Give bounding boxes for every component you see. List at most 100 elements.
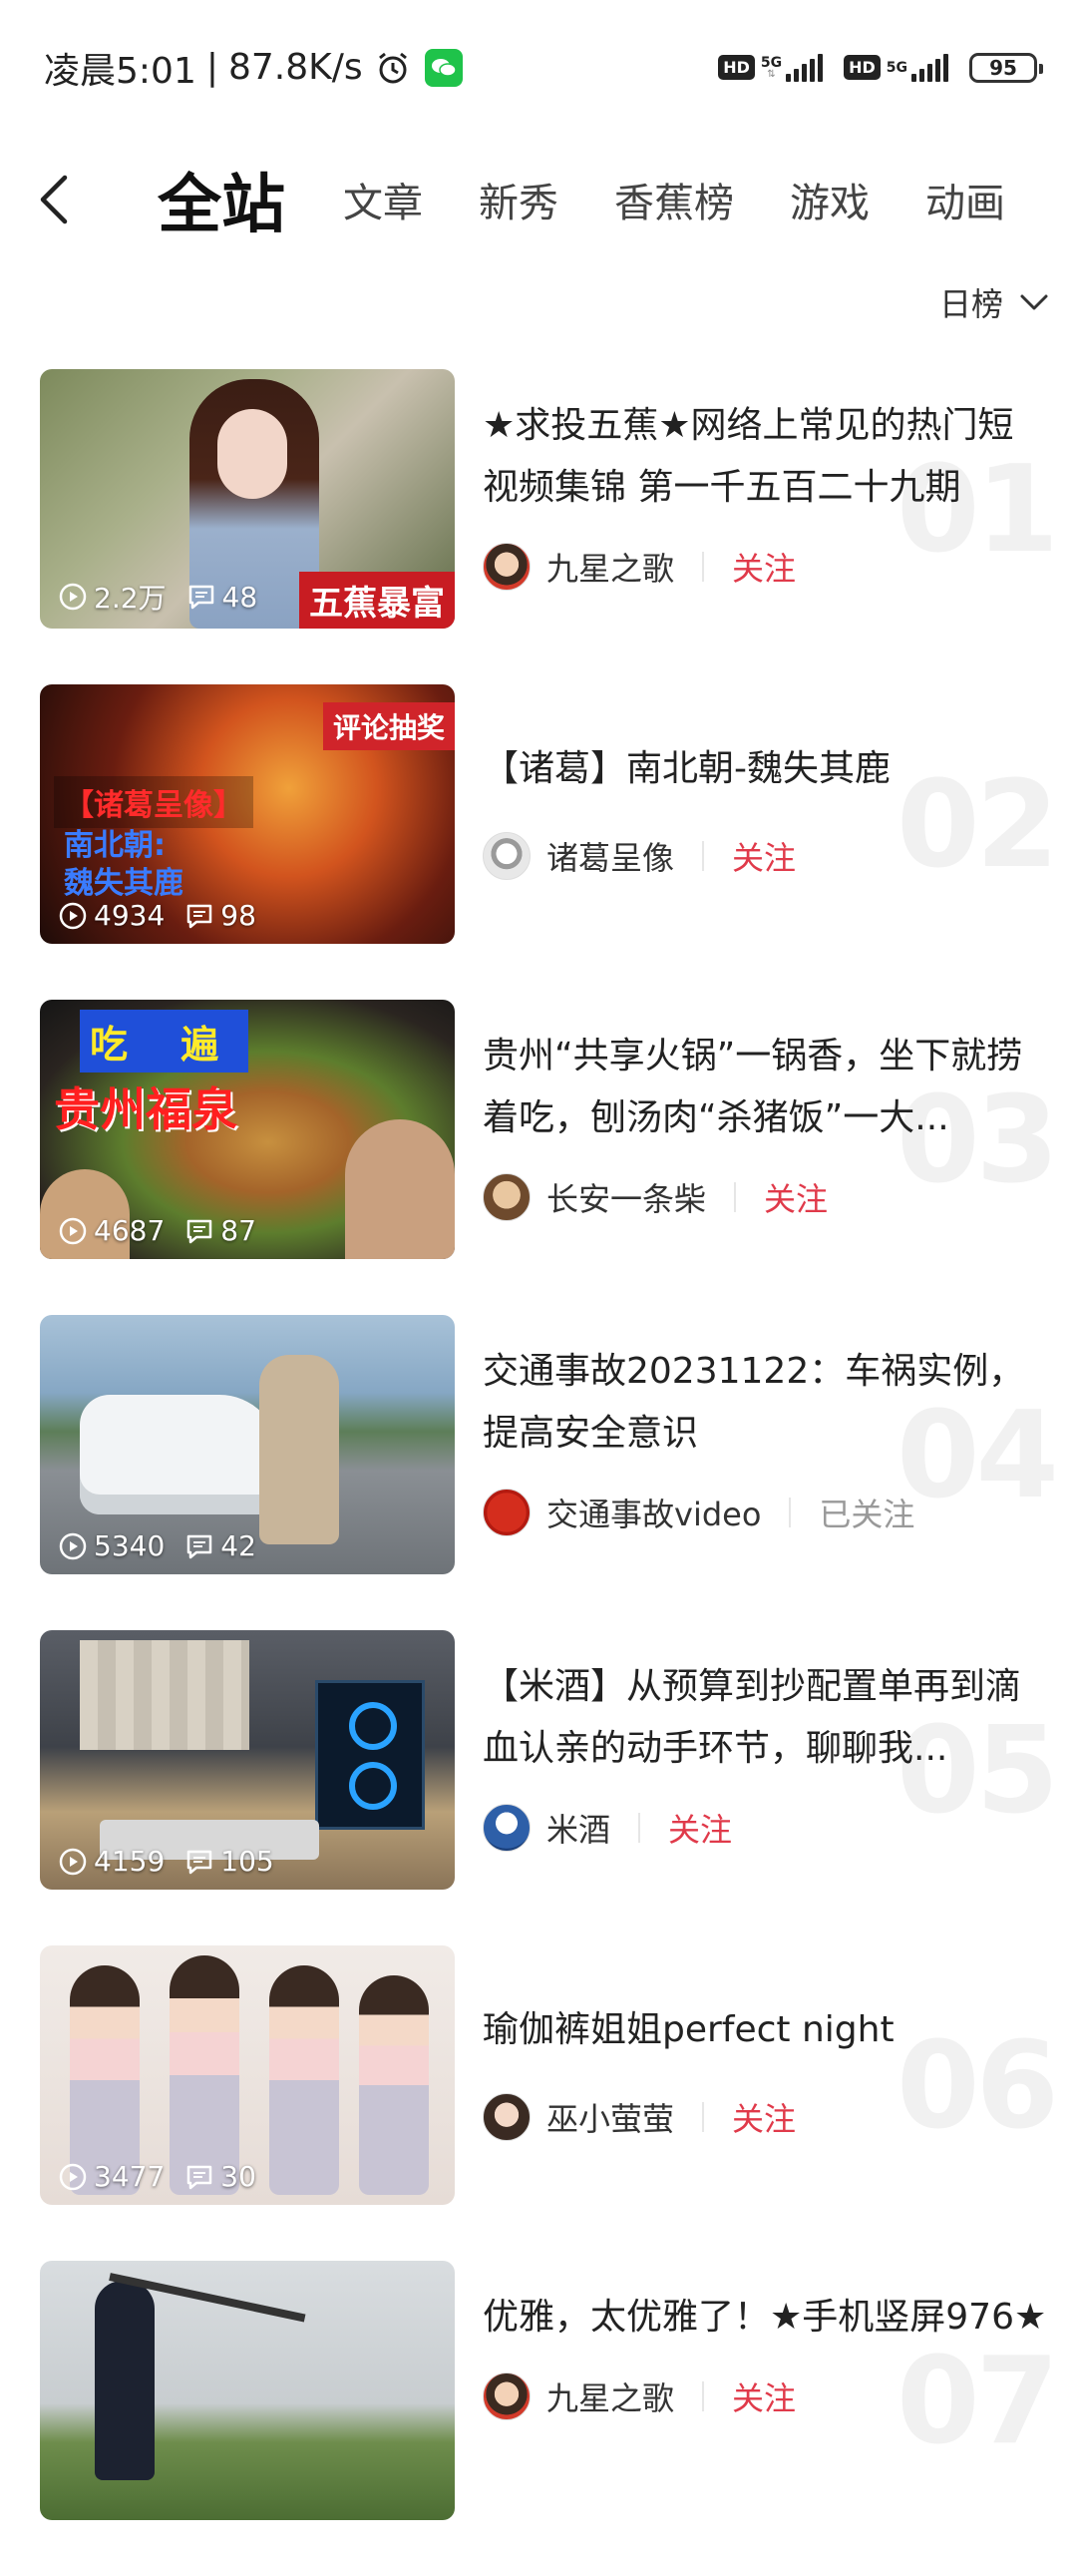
play-count: 2.2万 — [94, 582, 167, 615]
avatar[interactable] — [483, 1489, 531, 1536]
avatar[interactable] — [483, 543, 531, 591]
avatar[interactable] — [483, 2372, 531, 2420]
video-title[interactable]: 优雅，太优雅了！★手机竖屏976★ — [483, 2287, 1047, 2349]
avatar[interactable] — [483, 2093, 531, 2141]
author-name[interactable]: 九星之歌 — [546, 544, 674, 590]
comment-icon — [187, 1534, 212, 1558]
list-item[interactable]: 3477 30 06 瑜伽裤姐姐perfect night 巫小萤萤 关注 — [0, 1945, 1077, 2261]
status-left: 凌晨5:01 | 87.8K/s — [44, 42, 463, 94]
hd-badge: HD — [844, 55, 881, 80]
tab-games[interactable]: 游戏 — [790, 171, 870, 228]
list-item[interactable]: 5340 42 04 交通事故20231122：车祸实例，提高安全意识 交通事故… — [0, 1315, 1077, 1630]
back-button[interactable] — [0, 150, 110, 249]
play-count: 3477 — [94, 2160, 166, 2193]
follow-button[interactable]: 关注 — [668, 1805, 732, 1851]
alarm-icon — [378, 52, 407, 83]
avatar[interactable] — [483, 1804, 531, 1852]
comment-count: 87 — [220, 1214, 256, 1247]
battery-level: 95 — [989, 55, 1017, 80]
list-item[interactable]: 吃 遍 贵州福泉 4687 87 03 贵州“共享火锅”一锅香，坐下就捞着吃，刨… — [0, 1000, 1077, 1315]
play-count-icon — [59, 1532, 87, 1559]
author-name[interactable]: 交通事故video — [546, 1490, 761, 1535]
tab-all-site[interactable]: 全站 — [158, 154, 285, 245]
comment-icon — [187, 1219, 212, 1243]
hd-badge: HD — [718, 55, 755, 80]
author-name[interactable]: 诸葛呈像 — [546, 833, 674, 879]
tab-bar: 全站 文章 新秀 香蕉榜 游戏 动画 — [110, 154, 1057, 245]
author-name[interactable]: 九星之歌 — [546, 2373, 674, 2419]
tab-newcomers[interactable]: 新秀 — [479, 171, 558, 228]
follow-button[interactable]: 已关注 — [819, 1490, 914, 1535]
video-stats: 4687 87 — [58, 1214, 256, 1247]
video-title[interactable]: ★求投五蕉★网络上常见的热门短视频集锦 第一千五百二十九期 — [483, 395, 1047, 519]
thumbnail-caption: 吃 遍 — [80, 1010, 249, 1073]
network-type: 5G ⇅ — [761, 56, 782, 80]
video-stats: 4934 98 — [58, 899, 256, 932]
play-count: 4159 — [94, 1845, 166, 1878]
comment-count: 42 — [220, 1529, 256, 1562]
comment-count: 48 — [221, 580, 258, 614]
follow-button[interactable]: 关注 — [732, 833, 796, 879]
video-thumbnail[interactable]: 4159 105 — [40, 1630, 455, 1890]
list-item[interactable]: 07 优雅，太优雅了！★手机竖屏976★ 九星之歌 关注 — [0, 2261, 1077, 2576]
item-info: 04 交通事故20231122：车祸实例，提高安全意识 交通事故video 已关… — [455, 1315, 1077, 1630]
video-stats: 3477 30 — [58, 2160, 256, 2193]
follow-button[interactable]: 关注 — [732, 2094, 796, 2140]
tab-animation[interactable]: 动画 — [925, 171, 1005, 228]
video-title[interactable]: 【诸葛】南北朝-魏失其鹿 — [483, 738, 1047, 800]
thumbnail-tag: 评论抽奖 — [322, 702, 455, 750]
comment-count: 105 — [220, 1845, 274, 1878]
video-title[interactable]: 【米酒】从预算到抄配置单再到滴血认亲的动手环节，聊聊我... — [483, 1656, 1047, 1780]
video-stats: 2.2万 48 — [58, 577, 257, 617]
thumbnail-tag: 五蕉暴富 — [299, 572, 455, 629]
author-row: 九星之歌 关注 — [483, 2372, 1047, 2420]
list-item[interactable]: 五蕉暴富 2.2万 48 01 ★求投五蕉★网络上常见的热门短视频集锦 第一千五… — [0, 369, 1077, 684]
network-arrows: ⇅ — [767, 68, 776, 80]
status-time: 凌晨5:01 — [44, 50, 196, 92]
wechat-icon — [424, 48, 463, 87]
author-row: 长安一条柴 关注 — [483, 1173, 1047, 1221]
video-thumbnail[interactable]: 3477 30 — [40, 1945, 455, 2205]
list-item[interactable]: 4159 105 05 【米酒】从预算到抄配置单再到滴血认亲的动手环节，聊聊我.… — [0, 1630, 1077, 1945]
divider — [702, 2102, 705, 2132]
ranking-period-dropdown[interactable]: 日榜 — [939, 279, 1049, 325]
video-title[interactable]: 交通事故20231122：车祸实例，提高安全意识 — [483, 1341, 1047, 1465]
video-thumbnail[interactable]: 评论抽奖 【诸葛呈像】 南北朝: 魏失其鹿 4934 98 — [40, 684, 455, 944]
status-right: HD 5G ⇅ HD 5G 95 — [718, 52, 1043, 83]
play-count-icon — [59, 2163, 87, 2190]
divider — [734, 1182, 737, 1212]
author-row: 九星之歌 关注 — [483, 543, 1047, 591]
video-title[interactable]: 贵州“共享火锅”一锅香，坐下就捞着吃，刨汤肉“杀猪饭”一大... — [483, 1026, 1047, 1149]
author-name[interactable]: 米酒 — [546, 1805, 610, 1851]
video-title[interactable]: 瑜伽裤姐姐perfect night — [483, 1999, 1047, 2061]
item-info: 05 【米酒】从预算到抄配置单再到滴血认亲的动手环节，聊聊我... 米酒 关注 — [455, 1630, 1077, 1945]
follow-button[interactable]: 关注 — [732, 2373, 796, 2419]
video-stats: 4159 105 — [58, 1845, 274, 1878]
video-thumbnail[interactable] — [40, 2261, 455, 2520]
play-count-icon — [59, 1217, 87, 1244]
avatar[interactable] — [483, 832, 531, 880]
follow-button[interactable]: 关注 — [764, 1174, 828, 1220]
item-info: 07 优雅，太优雅了！★手机竖屏976★ 九星之歌 关注 — [455, 2261, 1077, 2576]
author-name[interactable]: 巫小萤萤 — [546, 2094, 674, 2140]
video-thumbnail[interactable]: 五蕉暴富 2.2万 48 — [40, 369, 455, 629]
tab-banana-chart[interactable]: 香蕉榜 — [614, 171, 734, 228]
follow-button[interactable]: 关注 — [732, 544, 796, 590]
item-info: 03 贵州“共享火锅”一锅香，坐下就捞着吃，刨汤肉“杀猪饭”一大... 长安一条… — [455, 1000, 1077, 1315]
list-item[interactable]: 评论抽奖 【诸葛呈像】 南北朝: 魏失其鹿 4934 98 02 【诸葛】南北朝… — [0, 684, 1077, 1000]
play-count: 5340 — [94, 1529, 166, 1562]
author-name[interactable]: 长安一条柴 — [546, 1174, 706, 1220]
comment-icon — [187, 2165, 212, 2189]
chevron-down-icon — [1020, 294, 1048, 310]
divider — [789, 1498, 792, 1527]
video-thumbnail[interactable]: 吃 遍 贵州福泉 4687 87 — [40, 1000, 455, 1259]
network-type: 5G — [887, 61, 907, 75]
play-count-icon — [59, 583, 87, 611]
comment-count: 98 — [220, 899, 256, 932]
network-label: 5G — [886, 59, 907, 76]
comment-count: 30 — [220, 2160, 256, 2193]
tab-articles[interactable]: 文章 — [343, 171, 423, 228]
author-row: 交通事故video 已关注 — [483, 1489, 1047, 1536]
video-thumbnail[interactable]: 5340 42 — [40, 1315, 455, 1574]
avatar[interactable] — [483, 1173, 531, 1221]
